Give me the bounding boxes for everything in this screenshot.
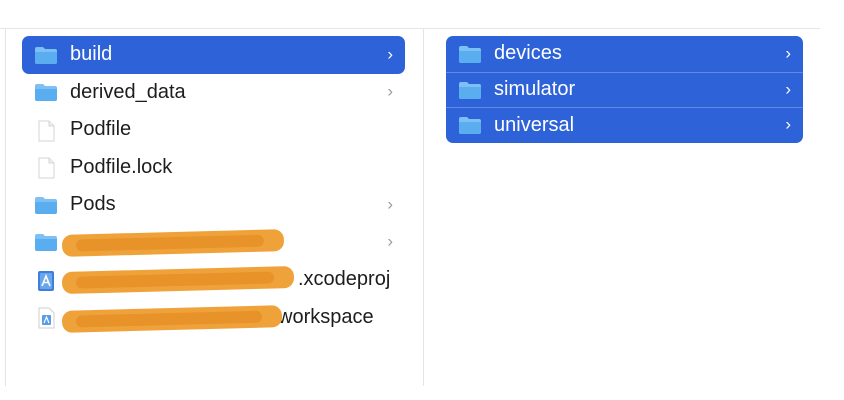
chevron-right-icon: ›	[785, 114, 791, 134]
redaction-mark	[61, 228, 285, 257]
list-item-label: Podfile.lock	[70, 155, 173, 178]
list-item-label: Pods	[70, 193, 116, 216]
folder-icon	[458, 115, 482, 135]
list-item-label: .xcodeproj	[298, 268, 391, 291]
list-item-label: simulator	[494, 78, 576, 101]
list-item-xcodeproj[interactable]: .xcodeproj	[22, 261, 405, 299]
folder-icon	[34, 195, 58, 215]
chevron-right-icon: ›	[387, 44, 393, 64]
list-item-devices[interactable]: devices ›	[446, 36, 803, 72]
chevron-right-icon: ›	[785, 43, 791, 63]
folder-icon	[34, 45, 58, 65]
column-divider[interactable]	[423, 28, 424, 386]
list-item-xcworkspace[interactable]: workspace	[22, 299, 405, 337]
xcode-workspace-icon	[34, 307, 58, 329]
document-icon	[34, 120, 58, 142]
list-item-label: universal	[494, 113, 575, 136]
chevron-right-icon: ›	[387, 231, 393, 251]
chevron-right-icon: ›	[387, 81, 393, 101]
list-item-podfile[interactable]: Podfile	[22, 111, 405, 149]
list-item-universal[interactable]: universal ›	[446, 107, 803, 143]
right-column: devices › simulator › universal ›	[446, 36, 803, 143]
list-item-redacted-folder[interactable]: ›	[22, 224, 405, 262]
document-icon	[34, 157, 58, 179]
list-item-label: derived_data	[70, 80, 186, 103]
xcode-project-icon	[34, 270, 58, 291]
redaction-mark	[61, 304, 283, 333]
list-item-label: workspace	[278, 305, 374, 328]
top-divider	[0, 28, 820, 29]
selection-group: devices › simulator › universal ›	[446, 36, 803, 143]
folder-icon	[458, 80, 482, 100]
left-column: build › derived_data › Podfile Podfile.l…	[22, 36, 405, 336]
list-item-derived-data[interactable]: derived_data ›	[22, 74, 405, 112]
list-item-pods[interactable]: Pods ›	[22, 186, 405, 224]
folder-icon	[34, 82, 58, 102]
list-item-build[interactable]: build ›	[22, 36, 405, 74]
finder-column-view: build › derived_data › Podfile Podfile.l…	[0, 0, 844, 400]
folder-icon	[34, 232, 58, 252]
redaction-mark	[61, 265, 295, 295]
list-item-label: devices	[494, 42, 562, 65]
chevron-right-icon: ›	[387, 194, 393, 214]
list-item-simulator[interactable]: simulator ›	[446, 71, 803, 108]
list-item-label: build	[70, 43, 113, 66]
chevron-right-icon: ›	[785, 79, 791, 99]
list-item-label: Podfile	[70, 118, 132, 141]
folder-icon	[458, 44, 482, 64]
left-edge-divider	[5, 28, 6, 386]
list-item-podfile-lock[interactable]: Podfile.lock	[22, 149, 405, 187]
